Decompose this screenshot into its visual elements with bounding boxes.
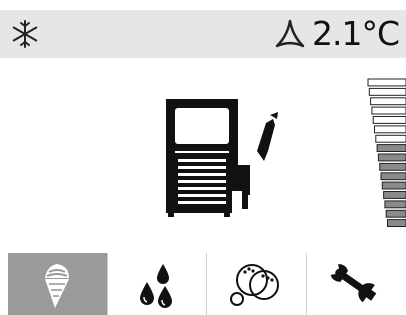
tab-bubbles[interactable] — [207, 253, 307, 315]
gauge-segment — [381, 181, 406, 190]
gauge-segment — [387, 219, 406, 228]
tab-service[interactable] — [306, 253, 406, 315]
tab-drops[interactable] — [107, 253, 208, 315]
temperature-readout: 2.1°C — [312, 14, 400, 53]
drops-icon — [139, 264, 172, 308]
dispenser-machine-icon — [166, 99, 278, 217]
gauge-segment — [367, 78, 406, 87]
gauge-segment — [368, 87, 406, 96]
tab-bar — [8, 253, 406, 315]
gauge-segment — [384, 200, 406, 209]
gauge-segment — [372, 116, 406, 124]
gauge-segment — [370, 97, 406, 106]
gauge-segment — [375, 134, 406, 143]
triangle-icon — [275, 19, 305, 48]
gauge-segment — [383, 191, 406, 199]
gauge-segment — [379, 162, 406, 171]
level-gauge-icon — [367, 78, 406, 228]
bubbles-icon — [230, 264, 280, 306]
status-bar: 2.1°C — [0, 10, 406, 58]
gauge-segment — [385, 209, 406, 218]
gauge-segment — [374, 125, 406, 134]
gauge-segment — [371, 106, 406, 115]
tab-serve[interactable] — [8, 253, 108, 315]
gauge-segment — [376, 144, 406, 152]
gauge-segment — [377, 153, 406, 162]
wrench-icon — [330, 264, 377, 303]
ice-cream-cone-icon — [45, 264, 70, 308]
snowflake-icon — [12, 20, 38, 48]
gauge-segment — [380, 172, 406, 181]
